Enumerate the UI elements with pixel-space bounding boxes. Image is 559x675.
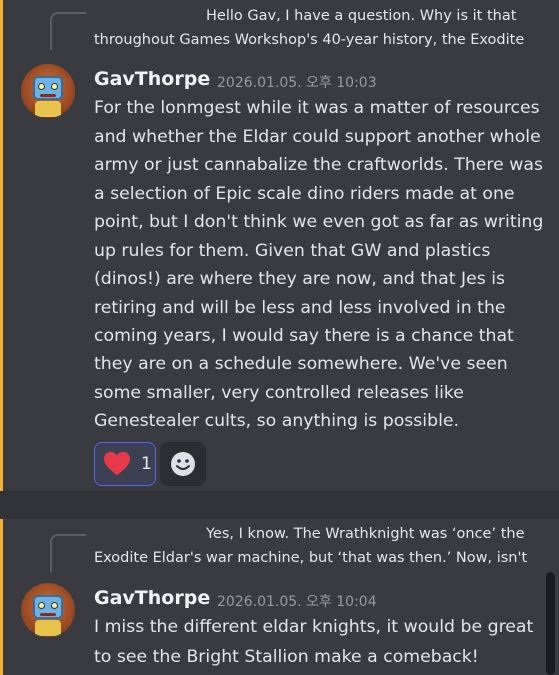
username[interactable]: GavThorpe: [94, 68, 210, 90]
message-text-line: they are on a schedule somewhere. We've …: [94, 354, 508, 374]
username[interactable]: GavThorpe: [94, 587, 210, 609]
message-text-line: a selection of Epic scale dino riders ma…: [94, 184, 515, 204]
reaction-button[interactable]: 1: [94, 442, 156, 486]
message-text-line: I miss the different eldar knights, it w…: [94, 617, 534, 637]
reply-preview-text[interactable]: throughout Games Workshop's 40-year hist…: [94, 28, 524, 52]
avatar[interactable]: [21, 583, 75, 637]
message-text-line: retiring and will be less and less invol…: [94, 298, 506, 318]
add-reaction-button[interactable]: [160, 442, 206, 486]
message-text-line: up rules for them. Given that GW and pla…: [94, 241, 491, 261]
reply-preview-text[interactable]: Exodite Eldar's war machine, but ‘that w…: [94, 546, 527, 570]
heart-icon: [104, 451, 130, 476]
message-text-line: point, but I don't think we even got as …: [94, 212, 544, 232]
timestamp: 2026.01.05. 오후 10:04: [217, 594, 377, 610]
reply-preview-text[interactable]: Hello Gav, I have a question. Why is it …: [206, 4, 516, 28]
reply-connector: [50, 534, 86, 572]
message-text-line: army or just cannabalize the craftworlds…: [94, 155, 543, 175]
message-text-line: to see the Bright Stallion make a comeba…: [94, 647, 479, 667]
message-text-line: and whether the Eldar could support anot…: [94, 127, 541, 147]
message-separator: [0, 491, 559, 519]
message-text-line: coming years, I would say there is a cha…: [94, 326, 514, 346]
avatar[interactable]: [21, 64, 75, 118]
reply-connector: [50, 12, 86, 50]
message-text-line: (dinos!) are where they are now, and tha…: [94, 269, 506, 289]
message-text-line: Genestealer cults, so anything is possib…: [94, 411, 459, 431]
message-text-line: For the lonmgest while it was a matter o…: [94, 98, 540, 118]
reply-preview-text[interactable]: Yes, I know. The Wrathknight was ‘once’ …: [206, 522, 525, 546]
scrollbar[interactable]: [546, 572, 555, 675]
reaction-count: 1: [141, 454, 152, 474]
timestamp: 2026.01.05. 오후 10:03: [217, 75, 377, 91]
smiley-icon: [171, 452, 195, 476]
message-text-line: some smaller, very controlled releases l…: [94, 383, 464, 403]
